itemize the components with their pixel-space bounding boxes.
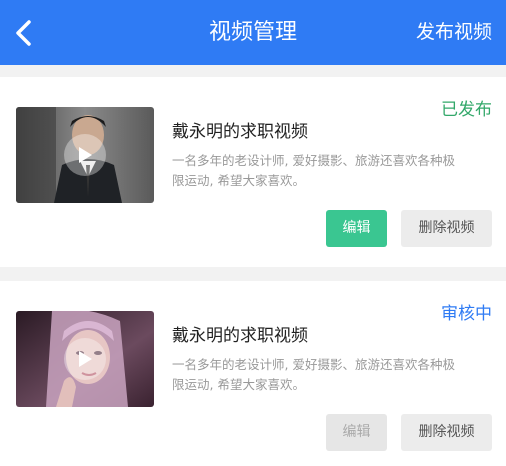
video-title: 戴永明的求职视频 <box>172 326 308 346</box>
top-nav-bar: 视频管理 发布视频 <box>0 0 506 65</box>
delete-video-button[interactable]: 删除视频 <box>401 210 492 247</box>
video-card: 戴永明的求职视频 一名多年的老设计师, 爱好摄影、旅游还喜欢各种极 限运动, 希… <box>0 281 506 466</box>
status-badge: 已发布 <box>441 100 492 120</box>
play-button[interactable] <box>64 338 106 380</box>
edit-button-disabled[interactable]: 编辑 <box>326 414 387 451</box>
video-card: 戴永明的求职视频 一名多年的老设计师, 爱好摄影、旅游还喜欢各种极 限运动, 希… <box>0 77 506 267</box>
description-line: 一名多年的老设计师, 爱好摄影、旅游还喜欢各种极 <box>172 153 455 168</box>
play-icon <box>79 351 92 367</box>
status-badge: 审核中 <box>441 304 492 324</box>
video-thumbnail[interactable] <box>16 311 154 407</box>
play-button[interactable] <box>64 134 106 176</box>
publish-video-button[interactable]: 发布视频 <box>416 0 492 65</box>
edit-button[interactable]: 编辑 <box>326 210 387 247</box>
video-title: 戴永明的求职视频 <box>172 122 308 142</box>
delete-video-button[interactable]: 删除视频 <box>401 414 492 451</box>
description-line: 限运动, 希望大家喜欢。 <box>172 173 305 188</box>
description-line: 限运动, 希望大家喜欢。 <box>172 377 305 392</box>
video-thumbnail[interactable] <box>16 107 154 203</box>
description-line: 一名多年的老设计师, 爱好摄影、旅游还喜欢各种极 <box>172 357 455 372</box>
play-icon <box>79 147 92 163</box>
video-description: 一名多年的老设计师, 爱好摄影、旅游还喜欢各种极 限运动, 希望大家喜欢。 <box>172 355 488 395</box>
video-description: 一名多年的老设计师, 爱好摄影、旅游还喜欢各种极 限运动, 希望大家喜欢。 <box>172 151 488 191</box>
